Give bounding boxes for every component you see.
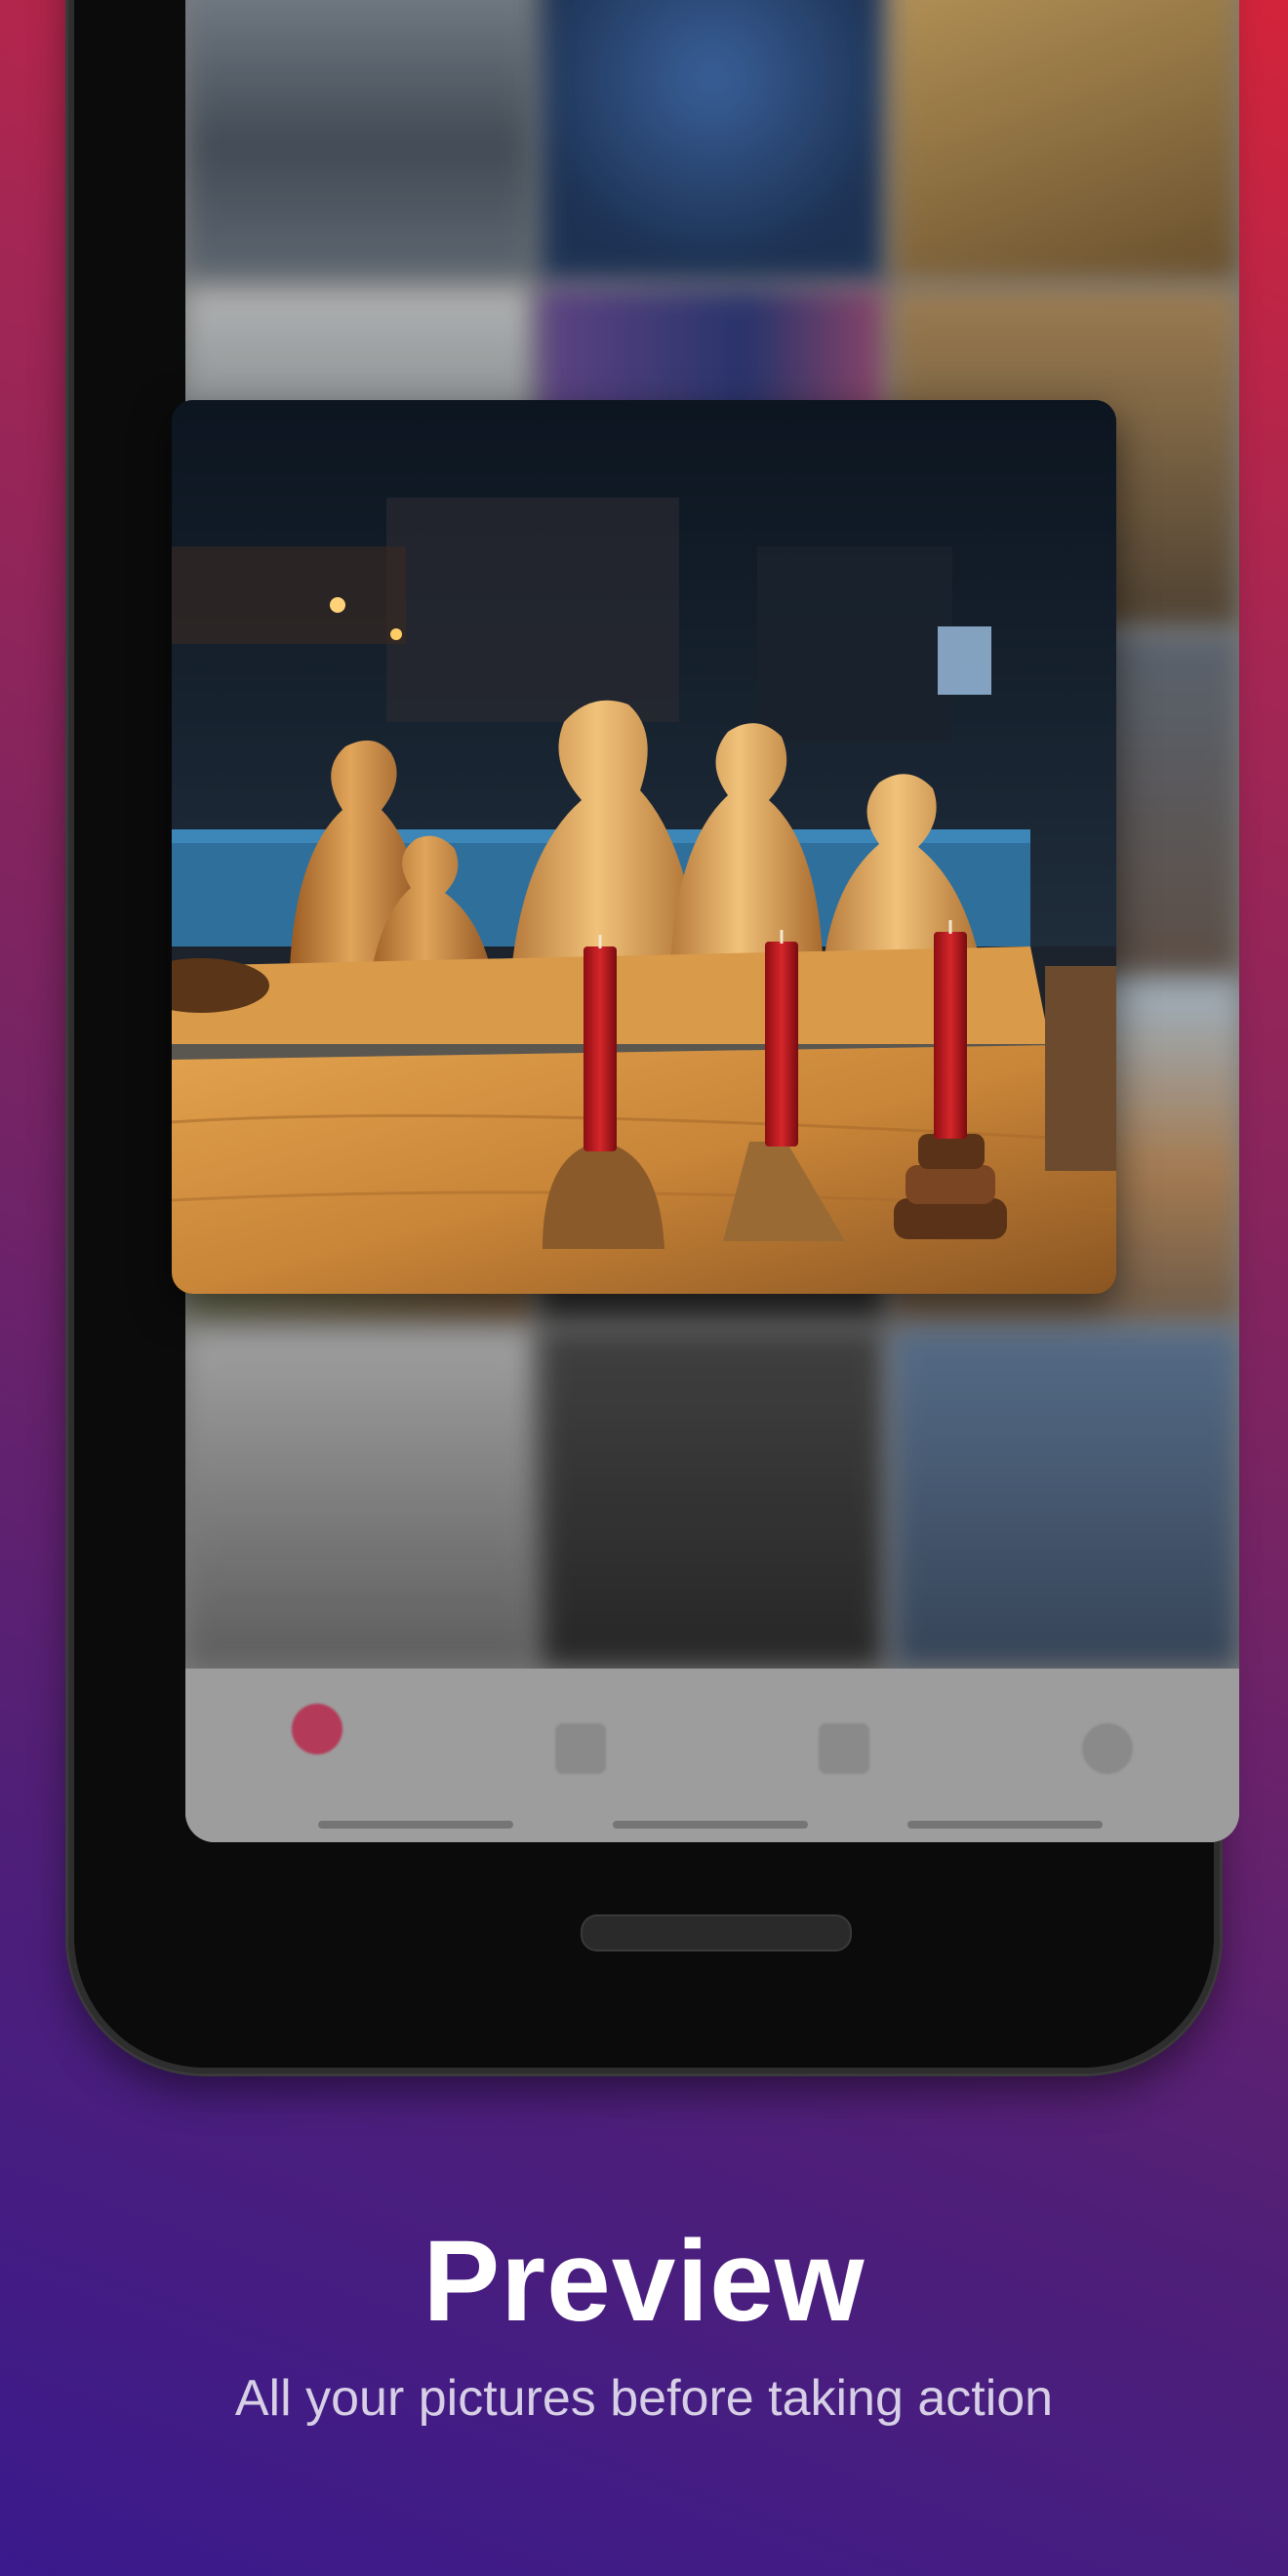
bottom-navigation: [185, 1669, 1239, 1842]
tab-indicator: [613, 1821, 808, 1829]
preview-photo-illustration: [172, 400, 1116, 1294]
nav-item-profile[interactable]: [1064, 1690, 1151, 1797]
nav-item-tags[interactable]: [800, 1690, 888, 1797]
nav-item-label: [273, 1760, 361, 1786]
feature-subtitle: All your pictures before taking action: [234, 2370, 1054, 2427]
nav-item-folders[interactable]: [537, 1690, 624, 1797]
photo-thumbnail[interactable]: [185, 1329, 532, 1669]
nav-item-home[interactable]: [273, 1690, 361, 1797]
tab-indicator: [907, 1821, 1103, 1829]
tab-indicator: [318, 1821, 513, 1829]
folder-icon: [555, 1723, 606, 1774]
photo-thumbnail[interactable]: [893, 1329, 1239, 1669]
photo-preview[interactable]: [172, 400, 1116, 1294]
tag-icon: [819, 1723, 869, 1774]
profile-icon: [1082, 1723, 1133, 1774]
speaker-grille: [581, 1914, 852, 1952]
photo-thumbnail[interactable]: [185, 0, 532, 281]
photo-thumbnail[interactable]: [539, 1329, 886, 1669]
home-icon: [292, 1704, 342, 1754]
photo-thumbnail[interactable]: [893, 0, 1239, 281]
photo-thumbnail[interactable]: [539, 0, 886, 281]
feature-title: Preview: [423, 2217, 865, 2346]
